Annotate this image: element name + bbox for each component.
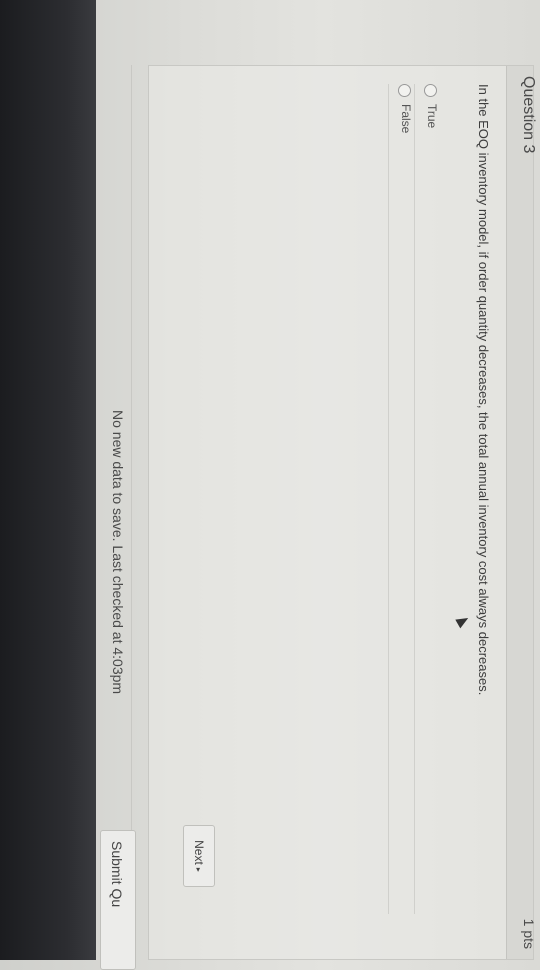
question-points: 1 pts xyxy=(521,918,537,949)
mouse-cursor-icon xyxy=(455,613,471,629)
screen-edge-shadow xyxy=(0,0,96,960)
answer-option-true[interactable]: True xyxy=(414,84,441,914)
answer-option-false[interactable]: False xyxy=(388,84,415,914)
next-button-label: Next xyxy=(192,840,206,865)
autosave-status: No new data to save. Last checked at 4:0… xyxy=(110,410,126,695)
question-title: Question 3 xyxy=(520,76,537,154)
submit-quiz-button[interactable]: Submit Qu xyxy=(100,830,136,970)
radio-false[interactable] xyxy=(398,84,411,97)
answer-label-true: True xyxy=(425,104,439,129)
question-header: Question 3 1 pts xyxy=(506,66,537,959)
question-text: In the EOQ inventory model, if order qua… xyxy=(476,84,491,696)
next-arrow-icon: ▸ xyxy=(194,867,204,872)
next-button[interactable]: Next ▸ xyxy=(183,825,215,887)
radio-true[interactable] xyxy=(424,84,437,97)
answer-label-false: False xyxy=(399,104,413,134)
page-canvas: Question 3 1 pts In the EOQ inventory mo… xyxy=(91,0,540,970)
